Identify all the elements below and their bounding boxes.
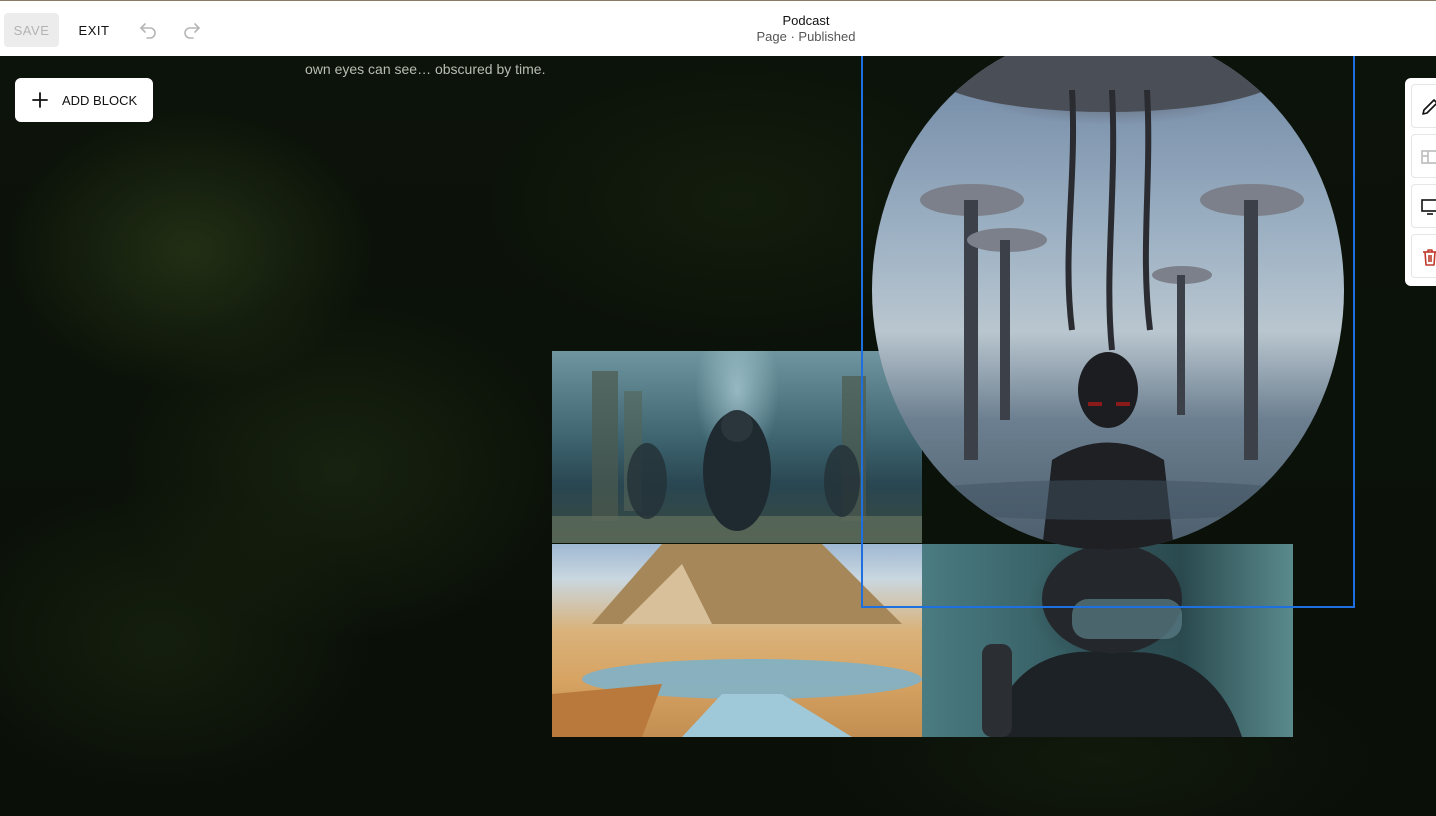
gallery-image-alien-figure[interactable] <box>872 30 1344 550</box>
layout-icon <box>1421 150 1436 164</box>
exit-button[interactable]: EXIT <box>72 13 116 47</box>
delete-button[interactable] <box>1411 234 1436 278</box>
gallery-image-underwater-ruins[interactable] <box>552 351 922 543</box>
ruins-illustration <box>552 371 922 543</box>
editor-topbar: SAVE EXIT Podcast Page · Published <box>0 0 1436 56</box>
page-title: Podcast <box>782 13 830 28</box>
page-title-block: Podcast Page · Published <box>0 13 1436 45</box>
desktop-icon <box>1421 199 1436 215</box>
gallery-image-diver-closeup[interactable] <box>922 544 1293 737</box>
layout-button[interactable] <box>1411 134 1436 178</box>
pyramid-illustration <box>552 544 922 737</box>
undo-icon <box>140 23 156 39</box>
add-block-label: ADD BLOCK <box>62 92 138 108</box>
desktop-view-button[interactable] <box>1411 184 1436 228</box>
alien-illustration <box>888 30 1328 550</box>
gallery-image-desert-pyramid[interactable] <box>552 544 922 737</box>
redo-button[interactable] <box>177 15 207 45</box>
plus-icon <box>32 92 48 108</box>
redo-icon <box>184 23 200 39</box>
block-side-toolbar <box>1405 78 1436 286</box>
trash-icon <box>1423 249 1436 266</box>
edit-icon <box>1422 99 1436 115</box>
save-button[interactable]: SAVE <box>4 13 59 47</box>
diver-illustration <box>982 544 1242 737</box>
edit-button[interactable] <box>1411 84 1436 128</box>
page-status: Page · Published <box>756 29 856 44</box>
undo-button[interactable] <box>133 15 163 45</box>
add-block-button[interactable]: ADD BLOCK <box>15 78 153 122</box>
page-body-text[interactable]: own eyes can see… obscured by time. <box>305 61 545 77</box>
